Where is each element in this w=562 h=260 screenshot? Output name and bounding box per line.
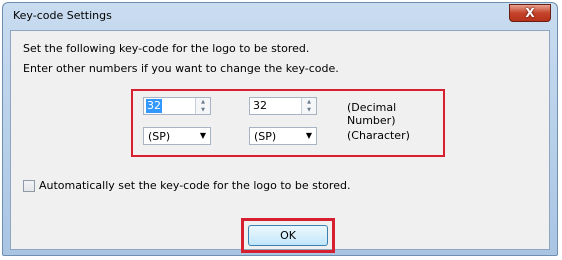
decimal-value-2[interactable]: 32 — [252, 99, 268, 113]
instruction-line-1: Set the following key-code for the logo … — [23, 42, 310, 55]
close-icon: X — [525, 6, 535, 20]
ok-highlight: OK — [241, 218, 335, 253]
character-select-2[interactable]: (SP) ▼ — [249, 127, 317, 145]
instruction-line-2: Enter other numbers if you want to chang… — [23, 62, 339, 75]
spin-buttons-2[interactable]: ▲ ▼ — [301, 98, 316, 114]
decimal-spinner-2[interactable]: 32 ▲ ▼ — [249, 97, 317, 115]
decimal-spinner-1[interactable]: 32 ▲ ▼ — [143, 97, 211, 115]
close-button[interactable]: X — [509, 4, 551, 22]
chevron-down-icon[interactable]: ▼ — [306, 131, 312, 140]
title-bar[interactable]: Key-code Settings X — [3, 3, 557, 29]
character-select-1[interactable]: (SP) ▼ — [143, 127, 211, 145]
decimal-number-label: (Decimal Number) — [347, 101, 397, 127]
spin-buttons-1[interactable]: ▲ ▼ — [195, 98, 210, 114]
chevron-down-icon[interactable]: ▼ — [200, 131, 206, 140]
spin-down-icon[interactable]: ▼ — [196, 106, 210, 114]
dialog-title: Key-code Settings — [13, 9, 112, 22]
dialog-window: Key-code Settings X Set the following ke… — [2, 2, 558, 256]
decimal-value-1[interactable]: 32 — [146, 99, 162, 113]
keycode-group: 32 ▲ ▼ 32 ▲ ▼ (Decimal Number) (SP) ▼ (S… — [131, 89, 445, 157]
character-label: (Character) — [347, 129, 410, 142]
spin-up-icon[interactable]: ▲ — [196, 98, 210, 106]
auto-set-label[interactable]: Automatically set the key-code for the l… — [39, 179, 350, 192]
spin-up-icon[interactable]: ▲ — [302, 98, 316, 106]
character-value-1: (SP) — [148, 130, 171, 143]
ok-button[interactable]: OK — [248, 225, 328, 246]
auto-set-checkbox[interactable] — [23, 180, 35, 192]
spin-down-icon[interactable]: ▼ — [302, 106, 316, 114]
character-value-2: (SP) — [254, 130, 277, 143]
dialog-body: Set the following key-code for the logo … — [10, 30, 550, 253]
